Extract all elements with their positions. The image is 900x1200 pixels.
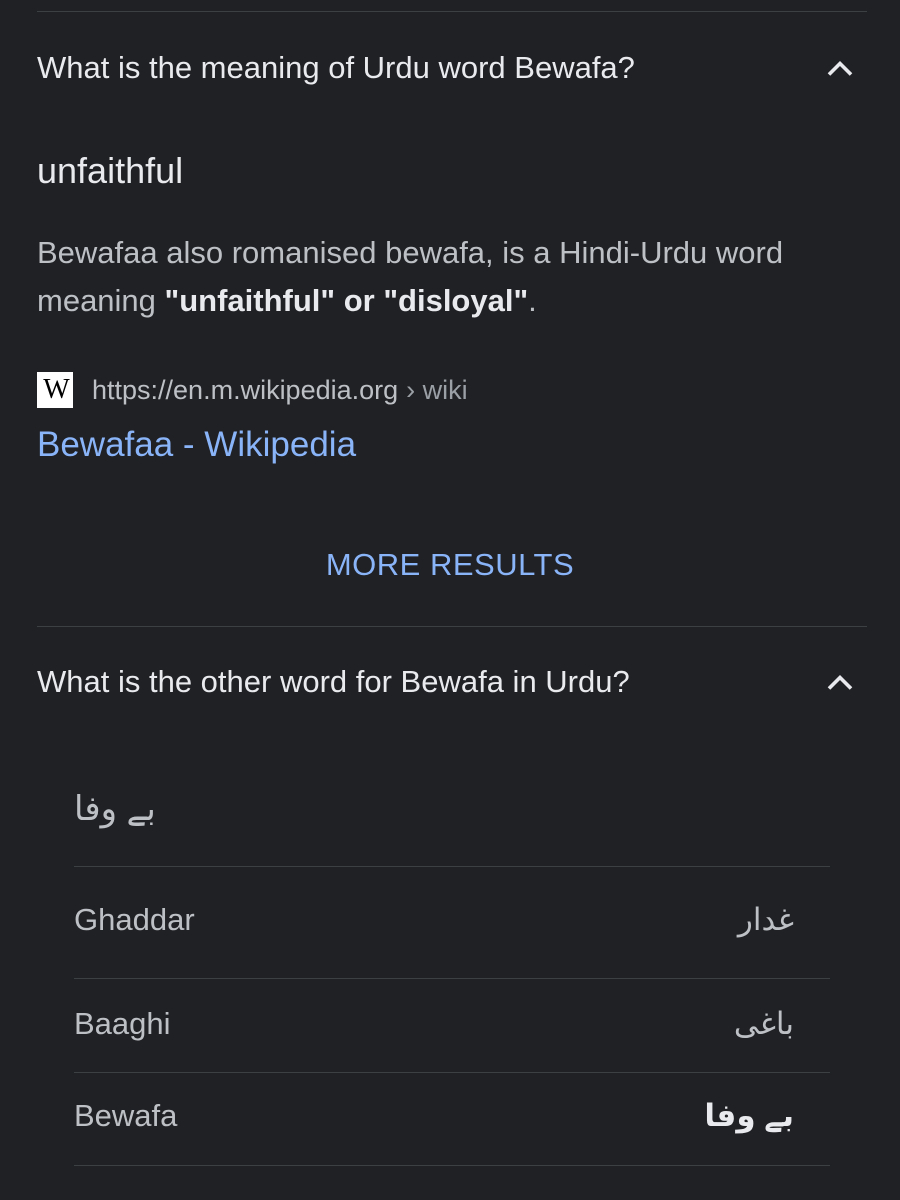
answer-snippet-highlight: "unfaithful" or "disloyal" — [164, 283, 529, 318]
table-row: Baaghi باغی — [74, 1006, 830, 1100]
answer-snippet: Bewafaa also romanised bewafa, is a Hind… — [37, 229, 837, 325]
table-row: Ghaddar غدار — [74, 902, 830, 996]
table-divider — [74, 866, 830, 867]
more-results-button[interactable]: MORE RESULTS — [0, 547, 900, 583]
source-row[interactable]: W https://en.m.wikipedia.org › wiki — [37, 372, 468, 408]
faq-question-1[interactable]: What is the meaning of Urdu word Bewafa? — [37, 50, 635, 86]
table-header-urdu: بے وفا — [74, 790, 156, 828]
section-divider — [37, 626, 867, 627]
result-title-link[interactable]: Bewafaa - Wikipedia — [37, 425, 356, 465]
source-url[interactable]: https://en.m.wikipedia.org — [92, 375, 398, 406]
table-row: Bewafa بے وفا — [74, 1098, 830, 1192]
roman-word: Ghaddar — [74, 902, 195, 937]
answer-title: unfaithful — [37, 150, 184, 191]
favicon-letter: W — [43, 374, 69, 405]
answer-snippet-suffix: . — [528, 283, 537, 318]
table-divider — [74, 1072, 830, 1073]
urdu-word: غدار — [737, 902, 794, 937]
top-divider — [37, 11, 867, 12]
roman-word: Baaghi — [74, 1006, 171, 1041]
faq-question-2[interactable]: What is the other word for Bewafa in Urd… — [37, 664, 630, 700]
wikipedia-icon: W — [37, 372, 73, 408]
table-divider — [74, 1165, 830, 1166]
source-breadcrumb: › wiki — [406, 374, 468, 405]
table-divider — [74, 978, 830, 979]
chevron-up-icon[interactable] — [822, 664, 858, 700]
chevron-up-icon[interactable] — [822, 50, 858, 86]
urdu-word: بے وفا — [704, 1098, 794, 1133]
urdu-word: باغی — [733, 1006, 794, 1041]
roman-word: Bewafa — [74, 1098, 178, 1133]
search-results-page: What is the meaning of Urdu word Bewafa?… — [0, 0, 900, 1200]
